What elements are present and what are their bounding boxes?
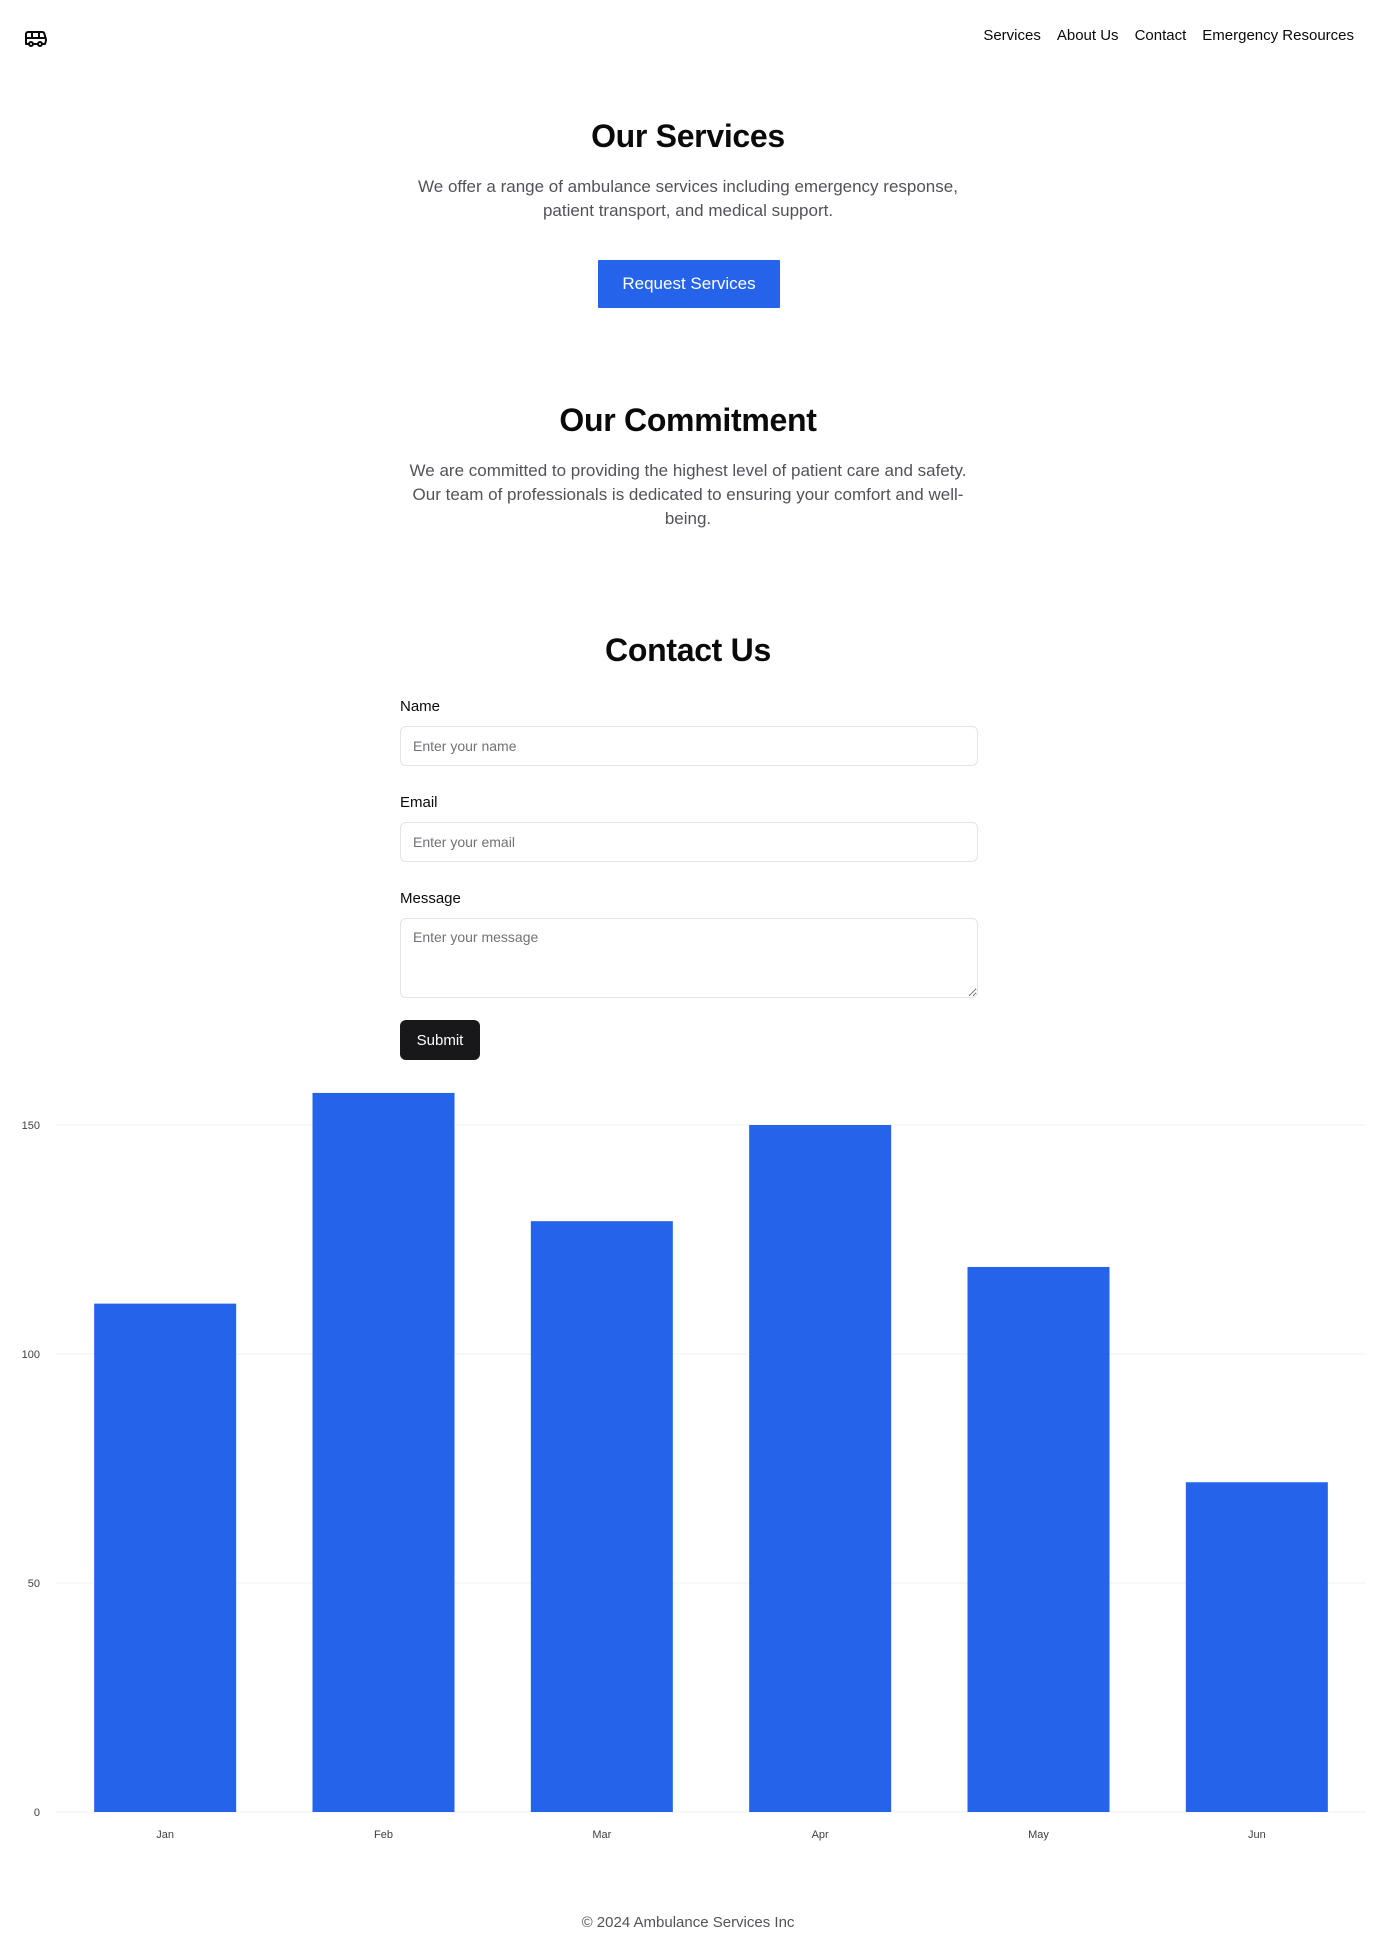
bar-jan[interactable] <box>94 1303 237 1812</box>
bar-may[interactable] <box>967 1266 1110 1812</box>
y-tick-label: 100 <box>22 1349 40 1361</box>
main-nav: Services About Us Contact Emergency Reso… <box>983 26 1354 46</box>
services-title: Our Services <box>591 118 785 154</box>
contact-title: Contact Us <box>605 632 771 668</box>
bar-feb[interactable] <box>312 1092 455 1812</box>
x-tick-label: May <box>1028 1829 1049 1841</box>
services-description: We offer a range of ambulance services i… <box>418 177 958 220</box>
contact-section-header: Contact Us <box>0 632 1376 669</box>
nav-link-contact[interactable]: Contact <box>1135 26 1187 46</box>
name-label: Name <box>400 698 441 715</box>
x-tick-label: Mar <box>592 1829 611 1841</box>
y-tick-label: 150 <box>22 1120 40 1132</box>
x-tick-label: Jan <box>156 1829 174 1841</box>
monthly-bar-chart: 0 50 100 150 Jan Feb Mar Apr May Jun <box>22 1092 1366 1841</box>
services-section: Our Services We offer a range of ambulan… <box>0 118 1376 223</box>
email-label: Email <box>400 794 438 811</box>
ambulance-bus-icon[interactable] <box>24 26 48 50</box>
y-tick-label: 50 <box>28 1578 40 1590</box>
footer-copyright: © 2024 Ambulance Services Inc <box>581 1914 795 1931</box>
message-textarea[interactable] <box>400 918 978 998</box>
nav-link-emergency-resources[interactable]: Emergency Resources <box>1202 26 1354 46</box>
bar-mar[interactable] <box>530 1221 673 1812</box>
commitment-title: Our Commitment <box>559 402 817 438</box>
nav-link-about-us[interactable]: About Us <box>1057 26 1119 46</box>
x-tick-label: Feb <box>374 1829 393 1841</box>
request-services-button[interactable]: Request Services <box>598 260 780 308</box>
commitment-description: We are committed to providing the highes… <box>409 461 967 528</box>
site-header: Services About Us Contact Emergency Reso… <box>0 0 1376 72</box>
name-input[interactable] <box>400 726 978 766</box>
bar-apr[interactable] <box>749 1125 892 1812</box>
message-label: Message <box>400 890 461 907</box>
submit-button[interactable]: Submit <box>400 1020 480 1060</box>
y-tick-label: 0 <box>34 1807 40 1819</box>
email-input[interactable] <box>400 822 978 862</box>
bar-jun[interactable] <box>1185 1482 1328 1812</box>
x-tick-label: Apr <box>812 1829 829 1841</box>
nav-link-services[interactable]: Services <box>983 26 1041 46</box>
commitment-section: Our Commitment We are committed to provi… <box>0 402 1376 531</box>
x-tick-label: Jun <box>1248 1829 1266 1841</box>
